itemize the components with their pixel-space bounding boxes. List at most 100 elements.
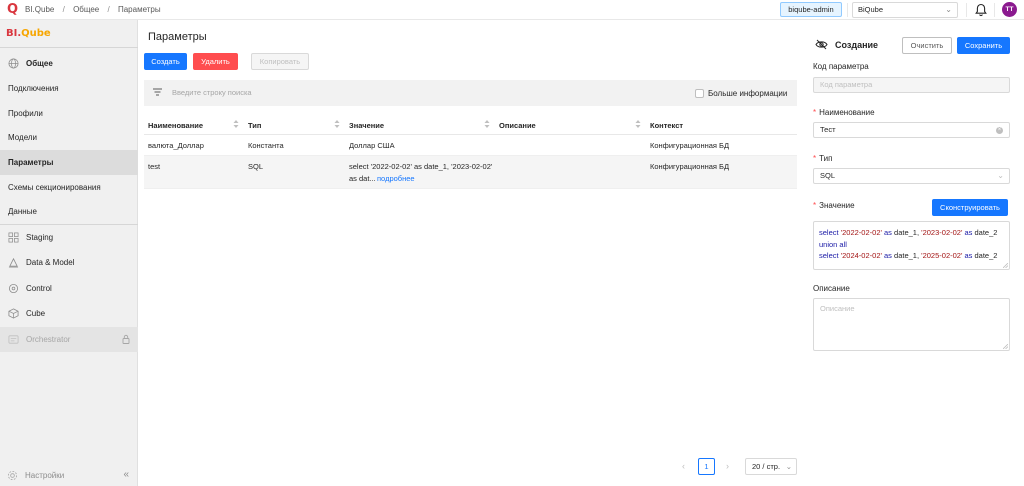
type-select[interactable]: SQL ⌄ <box>813 168 1010 184</box>
app-logo-icon[interactable]: Q <box>7 3 19 17</box>
sidebar-divider <box>0 47 138 48</box>
chevron-down-icon: ⌄ <box>945 5 952 14</box>
sql-keyword: as <box>964 251 973 260</box>
description-label: Описание <box>813 284 850 293</box>
page-size-value: 20 / стр. <box>752 462 781 471</box>
sidebar-item-profiles[interactable]: Профили <box>0 101 138 126</box>
copy-button[interactable]: Копировать <box>251 53 309 70</box>
sidebar: BI.Qube Общее Подключения Профили Модели… <box>0 20 138 486</box>
cell-value-truncated: as dat... <box>349 174 376 183</box>
breadcrumb-item-home[interactable]: BI.Qube <box>25 5 54 14</box>
more-link[interactable]: подробнее <box>377 174 415 183</box>
table-row[interactable]: валюта_Доллар Константа Доллар США Конфи… <box>144 135 797 156</box>
bell-icon[interactable] <box>975 3 987 17</box>
breadcrumb: BI.Qube / Общее / Параметры <box>25 5 167 14</box>
column-header-context[interactable]: Контекст <box>650 121 683 130</box>
breadcrumb-item-current: Параметры <box>117 5 161 14</box>
sidebar-item-label: Данные <box>8 207 37 216</box>
sidebar-group-general[interactable]: Общее <box>0 51 138 76</box>
sidebar-logo[interactable]: BI.Qube <box>6 28 51 39</box>
clear-button[interactable]: Очистить <box>902 37 952 54</box>
settings-link[interactable]: Настройки <box>25 471 64 480</box>
sql-string: '2024-02-02' <box>840 251 882 260</box>
sort-icon[interactable] <box>635 119 641 129</box>
panel-title: Создание <box>835 40 879 50</box>
filter-icon[interactable] <box>153 88 162 96</box>
sidebar-item-label: Профили <box>8 109 43 118</box>
user-role-badge[interactable]: biqube-admin <box>780 2 842 17</box>
clear-input-icon[interactable]: × <box>996 127 1003 134</box>
project-select[interactable]: BiQube ⌄ <box>852 2 958 18</box>
project-select-value: BiQube <box>858 5 884 14</box>
logo-text-bi: BI. <box>6 28 22 39</box>
column-header-name[interactable]: Наименование <box>148 121 203 130</box>
sidebar-item-connections[interactable]: Подключения <box>0 76 138 101</box>
sql-line-3: select '2024-02-02' as date_1, '2025-02-… <box>819 250 1004 262</box>
column-header-value[interactable]: Значение <box>349 121 384 130</box>
sidebar-module-control[interactable]: Control <box>0 276 138 301</box>
sql-line-2: union all <box>819 239 1004 251</box>
more-info-label[interactable]: Больше информации <box>708 89 787 98</box>
sidebar-group-general-label: Общее <box>26 59 53 68</box>
top-bar: Q BI.Qube / Общее / Параметры biqube-adm… <box>0 0 1024 20</box>
sql-keyword: select <box>819 251 839 260</box>
resize-handle-icon[interactable] <box>1003 263 1008 268</box>
sidebar-item-label: Схемы секционирования <box>8 183 101 192</box>
sidebar-item-parameters[interactable]: Параметры <box>0 150 138 175</box>
page-button-current[interactable]: 1 <box>698 458 715 475</box>
sidebar-item-partition-schemes[interactable]: Схемы секционирования <box>0 175 138 200</box>
sidebar-item-models[interactable]: Модели <box>0 125 138 150</box>
sidebar-module-label: Control <box>26 284 52 293</box>
eye-off-icon[interactable] <box>815 39 828 50</box>
prev-page-icon[interactable]: ‹ <box>682 461 685 471</box>
sidebar-module-label: Staging <box>26 233 54 242</box>
page-size-select[interactable]: 20 / стр. ⌄ <box>745 458 797 475</box>
divider <box>966 3 967 17</box>
sql-editor[interactable]: select '2022-02-02' as date_1, '2023-02-… <box>813 221 1010 270</box>
next-page-icon[interactable]: › <box>726 461 729 471</box>
sidebar-module-cube[interactable]: Cube <box>0 301 138 326</box>
sidebar-module-label: Cube <box>26 309 46 318</box>
sort-icon[interactable] <box>334 119 340 129</box>
sidebar-item-label: Модели <box>8 133 38 142</box>
column-header-description[interactable]: Описание <box>499 121 536 130</box>
data-model-icon <box>8 257 19 268</box>
name-field[interactable]: Тест × <box>813 122 1010 138</box>
sort-icon[interactable] <box>233 119 239 129</box>
avatar[interactable]: TT <box>1002 2 1017 17</box>
code-field[interactable]: Код параметра <box>813 77 1010 93</box>
type-label-text: Тип <box>819 154 833 163</box>
sidebar-item-label: Подключения <box>8 84 59 93</box>
more-info-checkbox[interactable] <box>695 89 704 98</box>
sidebar-module-orchestrator[interactable]: Orchestrator <box>0 327 138 352</box>
staging-icon <box>8 232 19 243</box>
create-button[interactable]: Создать <box>144 53 187 70</box>
table-row[interactable]: test SQL select '2022-02-02' as date_1, … <box>144 156 797 189</box>
cell-name: валюта_Доллар <box>148 141 204 150</box>
description-field[interactable]: Описание <box>813 298 1010 351</box>
search-input[interactable]: Введите строку поиска <box>172 88 252 97</box>
sql-keyword: union all <box>819 239 847 249</box>
sidebar-item-label: Параметры <box>8 158 54 167</box>
column-header-type[interactable]: Тип <box>248 121 261 130</box>
name-label-text: Наименование <box>819 108 875 117</box>
sidebar-item-data[interactable]: Данные <box>0 199 138 224</box>
value-label-text: Значение <box>819 201 855 210</box>
delete-button[interactable]: Удалить <box>193 53 238 70</box>
save-button[interactable]: Сохранить <box>957 37 1010 54</box>
resize-handle-icon[interactable] <box>1003 344 1008 349</box>
sql-identifier: date_2 <box>974 228 998 237</box>
sidebar-module-staging[interactable]: Staging <box>0 225 138 250</box>
sql-string: '2025-02-02' <box>921 251 963 260</box>
sort-icon[interactable] <box>484 119 490 129</box>
sql-identifier: date_1, <box>894 228 920 237</box>
breadcrumb-item-general[interactable]: Общее <box>73 5 99 14</box>
sidebar-module-data-model[interactable]: Data & Model <box>0 250 138 275</box>
lock-icon <box>122 334 130 344</box>
construct-button[interactable]: Сконструировать <box>932 199 1008 216</box>
collapse-sidebar-icon[interactable]: « <box>123 469 129 480</box>
name-field-value: Тест <box>820 125 836 134</box>
cell-type: SQL <box>248 162 264 171</box>
sidebar-module-label: Data & Model <box>26 258 75 267</box>
cell-context: Конфигурационная БД <box>650 141 730 150</box>
